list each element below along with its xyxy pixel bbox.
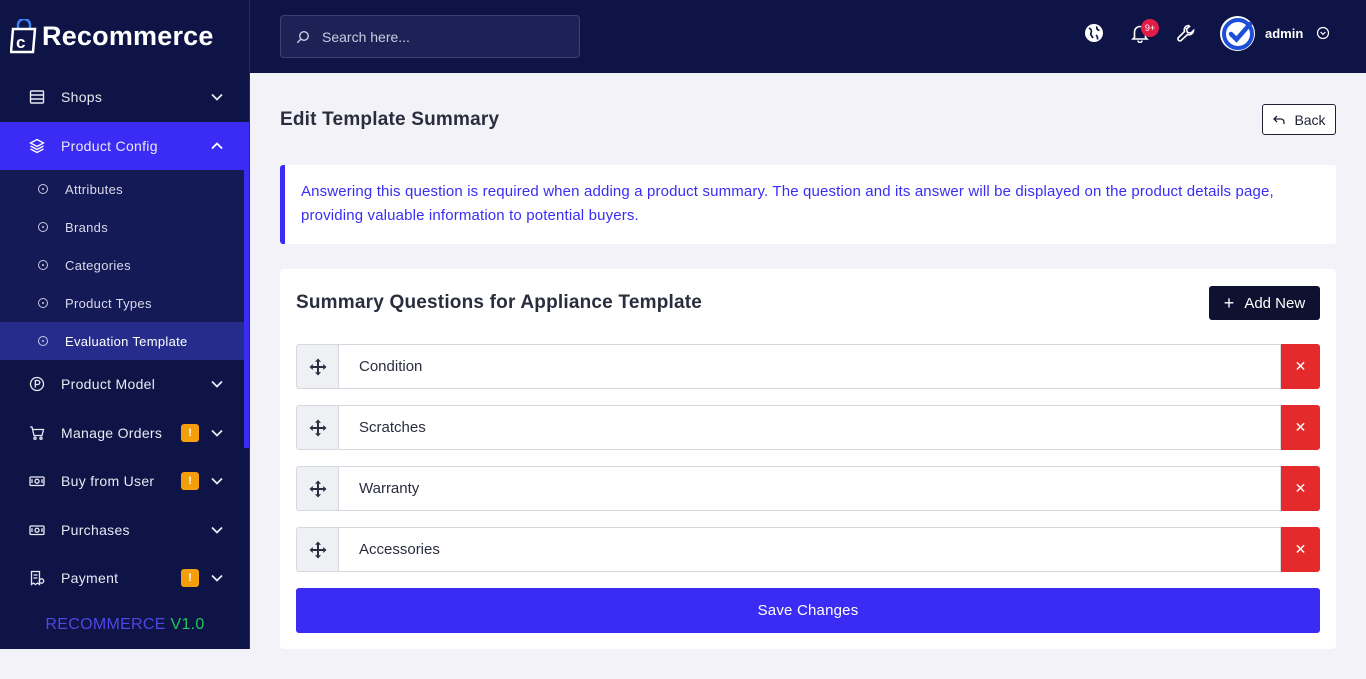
sidebar-item-payment[interactable]: Payment ! [0,554,249,603]
summary-questions-card: Summary Questions for Appliance Template… [280,269,1336,649]
sidebar-item-label: Buy from User [61,473,155,490]
back-arrow-icon [1272,113,1286,127]
shop-icon [28,88,46,106]
chevron-down-icon [211,574,225,583]
sidebar-subitem-product-types[interactable]: Product Types [0,284,249,322]
version-number: V1.0 [170,616,205,633]
sidebar-item-label: Manage Orders [61,424,163,441]
circle-dot-icon [38,184,48,194]
question-field[interactable]: Accessories [338,527,1281,572]
sidebar-nav: Shops Product Config Attributes Brands C… [0,73,249,603]
top-header: 9+ admin [250,0,1366,73]
question-field[interactable]: Scratches [338,405,1281,450]
logo-bag-icon: c [10,18,38,55]
sidebar-item-label: Payment [61,570,119,587]
drag-handle-icon[interactable] [296,527,338,572]
globe-icon[interactable] [1083,22,1105,44]
delete-question-button[interactable]: ✕ [1281,405,1320,450]
version-name: RECOMMERCE [45,616,166,633]
question-field[interactable]: Condition [338,344,1281,389]
search-box[interactable] [280,15,580,58]
card-title: Summary Questions for Appliance Template [296,292,703,313]
sidebar-subitem-label: Categories [65,257,131,273]
delete-question-button[interactable]: ✕ [1281,527,1320,572]
sidebar-item-product-model[interactable]: Product Model [0,360,249,409]
save-changes-button[interactable]: Save Changes [296,588,1320,633]
chevron-down-icon [211,526,225,534]
question-field[interactable]: Warranty [338,466,1281,511]
svg-text:c: c [16,33,25,52]
page-title: Edit Template Summary [280,109,500,130]
circle-dot-icon [38,260,48,270]
question-row: Condition ✕ [296,344,1320,389]
purchase-icon [28,521,46,539]
version-label: RECOMMERCE V1.0 [0,616,250,634]
avatar[interactable] [1220,16,1255,51]
chevron-down-icon [211,429,225,437]
money-icon [28,472,46,490]
chevron-down-icon [211,477,225,486]
sidebar: c Recommerce Shops Product Config Attrib… [0,0,250,649]
question-row: Scratches ✕ [296,405,1320,450]
question-row: Accessories ✕ [296,527,1320,572]
sidebar-subitem-label: Evaluation Template [65,333,188,349]
sidebar-item-manage-orders[interactable]: Manage Orders ! [0,409,249,458]
cart-icon [28,424,46,442]
search-icon [296,30,310,44]
add-new-button[interactable]: + Add New [1209,286,1320,320]
drag-handle-icon[interactable] [296,405,338,450]
back-button-label: Back [1294,111,1326,128]
product-config-submenu: Attributes Brands Categories Product Typ… [0,170,249,360]
warning-badge: ! [181,423,199,442]
sidebar-item-label: Product Config [61,137,158,154]
sidebar-subitem-label: Attributes [65,181,123,197]
circle-dot-icon [38,298,48,308]
sidebar-subitem-attributes[interactable]: Attributes [0,170,249,208]
warning-badge: ! [181,472,199,491]
sidebar-item-label: Product Model [61,376,156,393]
logo[interactable]: c Recommerce [0,0,249,73]
delete-question-button[interactable]: ✕ [1281,344,1320,389]
sidebar-item-product-config[interactable]: Product Config [0,121,249,170]
user-name[interactable]: admin [1265,26,1303,41]
circle-dot-icon [38,336,48,346]
info-alert: Answering this question is required when… [280,165,1336,244]
close-icon: ✕ [1294,541,1307,557]
drag-handle-icon[interactable] [296,344,338,389]
back-button[interactable]: Back [1262,104,1336,135]
sidebar-subitem-evaluation-template[interactable]: Evaluation Template [0,322,249,360]
close-icon: ✕ [1294,480,1307,496]
chevron-down-circle-icon[interactable] [1316,26,1330,40]
sidebar-subitem-categories[interactable]: Categories [0,246,249,284]
sidebar-item-shops[interactable]: Shops [0,73,249,122]
chevron-down-icon [211,380,225,389]
warning-badge: ! [181,569,199,588]
logo-text: Recommerce [42,21,214,51]
sidebar-item-label: Purchases [61,521,130,538]
wrench-icon[interactable] [1175,22,1197,44]
close-icon: ✕ [1294,419,1307,435]
delete-question-button[interactable]: ✕ [1281,466,1320,511]
notification-count-badge: 9+ [1141,19,1159,37]
sidebar-item-label: Shops [61,89,103,106]
circle-dot-icon [38,222,48,232]
sidebar-scrollbar[interactable] [244,125,249,448]
search-input[interactable] [322,28,562,45]
sidebar-subitem-label: Brands [65,219,108,235]
sidebar-subitem-brands[interactable]: Brands [0,208,249,246]
chevron-up-icon [211,141,225,150]
product-model-icon [28,375,46,393]
add-new-label: Add New [1244,294,1306,312]
receipt-icon [28,569,46,587]
sidebar-item-purchases[interactable]: Purchases [0,506,249,555]
close-icon: ✕ [1294,358,1307,374]
sidebar-subitem-label: Product Types [65,295,152,311]
chevron-down-icon [211,93,225,102]
plus-icon: + [1223,293,1235,313]
drag-handle-icon[interactable] [296,466,338,511]
sidebar-item-buy-from-user[interactable]: Buy from User ! [0,457,249,506]
layers-icon [28,137,46,155]
question-row: Warranty ✕ [296,466,1320,511]
